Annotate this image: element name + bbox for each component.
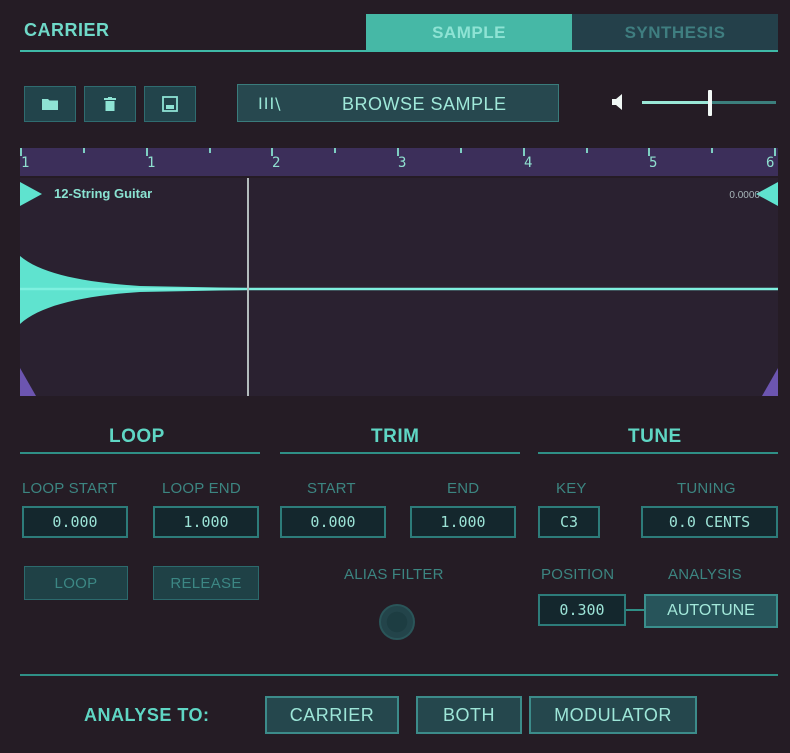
loop-button[interactable]: LOOP (24, 566, 128, 600)
carrier-panel: CARRIER SAMPLE SYNTHESIS III\ BROWSE SAM… (0, 0, 790, 753)
volume-slider-handle[interactable] (708, 90, 712, 116)
waveform (20, 182, 778, 396)
folder-icon (42, 99, 58, 110)
position-analysis-connector (626, 609, 644, 611)
loop-end-field[interactable]: 1.000 (153, 506, 259, 538)
ruler-minor-tick (209, 148, 211, 153)
analyse-both-button[interactable]: BOTH (416, 696, 522, 734)
save-button[interactable] (144, 86, 196, 122)
ruler-minor-tick (711, 148, 713, 153)
analysis-label: ANALYSIS (668, 566, 742, 583)
trim-divider (280, 452, 520, 454)
loop-divider (20, 452, 260, 454)
loop-start-label: LOOP START (22, 480, 118, 497)
key-field[interactable]: C3 (538, 506, 600, 538)
trim-section-title: TRIM (371, 426, 420, 447)
analyse-modulator-button[interactable]: MODULATOR (529, 696, 697, 734)
footer-divider (20, 674, 778, 676)
library-icon: III\ (258, 93, 282, 113)
trim-start-field[interactable]: 0.000 (280, 506, 386, 538)
loop-end-label: LOOP END (162, 480, 241, 497)
ruler-label: 1 (147, 155, 156, 171)
tab-synthesis[interactable]: SYNTHESIS (572, 14, 778, 52)
panel-title: CARRIER (24, 20, 110, 40)
waveform-display[interactable]: 12-String Guitar 0.0000 (20, 178, 778, 396)
loop-start-marker[interactable] (20, 368, 36, 396)
browse-sample-button[interactable]: III\ BROWSE SAMPLE (237, 84, 559, 122)
alias-filter-label: ALIAS FILTER (344, 566, 444, 583)
ruler-label: 1 (21, 155, 30, 171)
tuning-label: TUNING (677, 480, 736, 497)
ruler-minor-tick (334, 148, 336, 153)
ruler-minor-tick (83, 148, 85, 153)
ruler-label: 4 (524, 155, 533, 171)
trim-end-label: END (447, 480, 480, 497)
ruler-minor-tick (586, 148, 588, 153)
position-label: POSITION (541, 566, 615, 583)
delete-button[interactable] (84, 86, 136, 122)
analyse-carrier-button[interactable]: CARRIER (265, 696, 399, 734)
loop-section-title: LOOP (109, 426, 165, 447)
playhead[interactable] (247, 178, 249, 396)
ruler-label: 5 (649, 155, 658, 171)
alias-filter-knob[interactable] (379, 604, 415, 640)
trim-start-label: START (307, 480, 356, 497)
speaker-icon[interactable] (612, 92, 626, 112)
ruler-label: 3 (398, 155, 407, 171)
open-folder-button[interactable] (24, 86, 76, 122)
ruler-label: 6 (766, 155, 775, 171)
autotune-button[interactable]: AUTOTUNE (644, 594, 778, 628)
ruler-minor-tick (460, 148, 462, 153)
header-divider (20, 50, 778, 52)
save-icon (162, 96, 178, 112)
volume-slider[interactable] (642, 90, 776, 116)
tab-sample[interactable]: SAMPLE (366, 14, 572, 52)
browse-sample-label: BROWSE SAMPLE (342, 94, 507, 114)
loop-end-marker[interactable] (762, 368, 778, 396)
tune-divider (538, 452, 778, 454)
trash-icon (104, 97, 116, 111)
tune-section-title: TUNE (628, 426, 682, 447)
trim-end-field[interactable]: 1.000 (410, 506, 516, 538)
ruler-label: 2 (272, 155, 281, 171)
tuning-field[interactable]: 0.0 CENTS (641, 506, 778, 538)
loop-start-field[interactable]: 0.000 (22, 506, 128, 538)
start-marker[interactable] (20, 182, 42, 206)
key-label: KEY (556, 480, 587, 497)
position-field[interactable]: 0.300 (538, 594, 626, 626)
end-value: 0.0000 (729, 190, 760, 201)
volume-slider-fill (642, 101, 710, 104)
analyse-to-label: ANALYSE TO: (84, 705, 210, 725)
sample-name: 12-String Guitar (54, 186, 153, 201)
release-button[interactable]: RELEASE (153, 566, 259, 600)
timeline-ruler[interactable]: 1 1 2 3 4 5 6 (20, 148, 778, 176)
